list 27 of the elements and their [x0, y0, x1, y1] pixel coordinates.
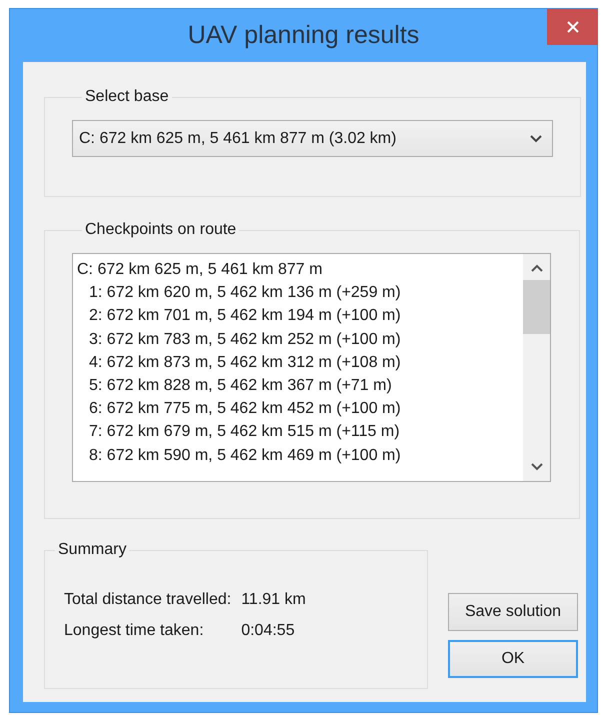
dialog-button[interactable]: OK [448, 640, 578, 678]
base-dropdown[interactable]: C: 672 km 625 m, 5 461 km 877 m (3.02 km) [72, 120, 553, 157]
group-label: Select base [84, 88, 170, 106]
list-item[interactable]: 8: 672 km 590 m, 5 462 km 469 m (+100 m) [77, 444, 523, 467]
list-item[interactable]: 2: 672 km 701 m, 5 462 km 194 m (+100 m) [77, 304, 523, 328]
dialog-button[interactable]: Save solution [448, 593, 578, 631]
list-item[interactable]: 1: 672 km 620 m, 5 462 km 136 m (+259 m) [77, 281, 523, 304]
summary-value: 0:04:55 [241, 622, 296, 640]
group-label: Checkpoints on route [84, 221, 238, 239]
close-icon [566, 20, 580, 34]
list-item[interactable]: 5: 672 km 828 m, 5 462 km 367 m (+71 m) [77, 374, 523, 398]
group-label: Summary [57, 541, 128, 559]
list-item[interactable]: 6: 672 km 775 m, 5 462 km 452 m (+100 m) [77, 397, 523, 420]
list-item[interactable]: 7: 672 km 679 m, 5 462 km 515 m (+115 m) [77, 420, 523, 444]
list-item[interactable]: C: 672 km 625 m, 5 461 km 877 m [77, 258, 523, 282]
window-title: UAV planning results [188, 21, 420, 50]
scrollbar[interactable] [523, 254, 550, 481]
list-item[interactable]: 3: 672 km 783 m, 5 462 km 252 m (+100 m) [77, 328, 523, 351]
summary-label: Total distance travelled: [64, 591, 232, 609]
summary-label: Longest time taken: [64, 622, 205, 640]
list-item[interactable]: 4: 672 km 873 m, 5 462 km 312 m (+108 m) [77, 350, 523, 374]
chevron-down-icon [530, 134, 542, 142]
close-button[interactable] [547, 9, 598, 45]
scroll-thumb[interactable] [523, 280, 550, 334]
scroll-up-icon[interactable] [530, 264, 542, 272]
scroll-down-icon[interactable] [530, 463, 542, 471]
summary-value: 11.91 km [241, 591, 306, 609]
